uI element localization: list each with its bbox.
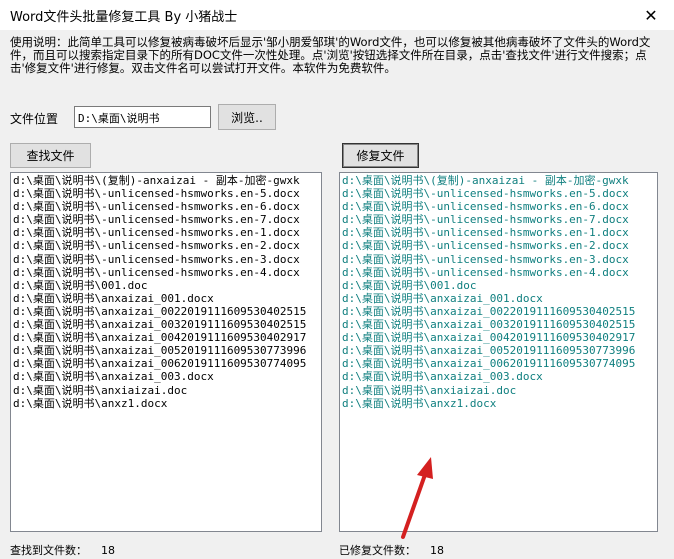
list-item[interactable]: d:\桌面\说明书\anxz1.docx: [13, 397, 319, 410]
list-item[interactable]: d:\桌面\说明书\anxaizai_001.docx: [13, 292, 319, 305]
instructions-text: 使用说明：此简单工具可以修复被病毒破坏后显示'邹小朋爱邹琪'的Word文件，也可…: [10, 35, 651, 75]
list-item[interactable]: d:\桌面\说明书\-unlicensed-hsmworks.en-2.docx: [13, 239, 319, 252]
file-location-input[interactable]: D:\桌面\说明书: [74, 106, 211, 128]
list-item[interactable]: d:\桌面\说明书\anxaizai_006201911160953077409…: [13, 357, 319, 370]
repaired-count-label: 已修复文件数：: [339, 544, 416, 557]
list-item[interactable]: d:\桌面\说明书\001.doc: [342, 279, 655, 292]
list-item[interactable]: d:\桌面\说明书\001.doc: [13, 279, 319, 292]
list-item[interactable]: d:\桌面\说明书\anxaizai_003201911160953040251…: [342, 318, 655, 331]
arrow-head: [417, 457, 433, 479]
found-count-value: 18: [101, 544, 115, 557]
list-item[interactable]: d:\桌面\说明书\-unlicensed-hsmworks.en-6.docx: [13, 200, 319, 213]
list-item[interactable]: d:\桌面\说明书\anxaizai_002201911160953040251…: [13, 305, 319, 318]
list-item[interactable]: d:\桌面\说明书\-unlicensed-hsmworks.en-4.docx: [342, 266, 655, 279]
list-item[interactable]: d:\桌面\说明书\anxaizai_004201911160953040291…: [13, 331, 319, 344]
list-item[interactable]: d:\桌面\说明书\-unlicensed-hsmworks.en-7.docx: [13, 213, 319, 226]
list-item[interactable]: d:\桌面\说明书\anxiaizai.doc: [342, 384, 655, 397]
repaired-files-list[interactable]: d:\桌面\说明书\(复制)-anxaizai - 副本-加密-gwxk d:\桌…: [339, 172, 658, 532]
list-item[interactable]: d:\桌面\说明书\anxaizai_006201911160953077409…: [342, 357, 655, 370]
list-item[interactable]: d:\桌面\说明书\anxaizai_003201911160953040251…: [13, 318, 319, 331]
arrow-icon: [401, 457, 433, 539]
list-item[interactable]: d:\桌面\说明书\-unlicensed-hsmworks.en-4.docx: [13, 266, 319, 279]
close-button[interactable]: ✕: [628, 0, 674, 30]
list-item[interactable]: d:\桌面\说明书\anxaizai_003.docx: [13, 370, 319, 383]
list-item[interactable]: d:\桌面\说明书\-unlicensed-hsmworks.en-1.docx: [13, 226, 319, 239]
repaired-count-value: 18: [430, 544, 444, 557]
list-item[interactable]: d:\桌面\说明书\anxiaizai.doc: [13, 384, 319, 397]
arrow-shaft: [401, 467, 429, 539]
found-count-label: 查找到文件数：: [10, 544, 87, 557]
close-icon: ✕: [644, 5, 658, 25]
file-location-label: 文件位置: [10, 112, 59, 126]
list-item[interactable]: d:\桌面\说明书\anxaizai_005201911160953077399…: [342, 344, 655, 357]
list-item[interactable]: d:\桌面\说明书\(复制)-anxaizai - 副本-加密-gwxk: [342, 174, 655, 187]
list-item[interactable]: d:\桌面\说明书\-unlicensed-hsmworks.en-5.docx: [13, 187, 319, 200]
list-item[interactable]: d:\桌面\说明书\-unlicensed-hsmworks.en-1.docx: [342, 226, 655, 239]
list-item[interactable]: d:\桌面\说明书\(复制)-anxaizai - 副本-加密-gwxk: [13, 174, 319, 187]
list-item[interactable]: d:\桌面\说明书\anxaizai_002201911160953040251…: [342, 305, 655, 318]
found-count-status: 查找到文件数： 18: [10, 542, 115, 558]
title-bar: Word文件头批量修复工具 By 小猪战士 ✕: [0, 0, 674, 30]
list-item[interactable]: d:\桌面\说明书\anxaizai_003.docx: [342, 370, 655, 383]
found-files-list[interactable]: d:\桌面\说明书\(复制)-anxaizai - 副本-加密-gwxk d:\桌…: [10, 172, 322, 532]
list-item[interactable]: d:\桌面\说明书\-unlicensed-hsmworks.en-3.docx: [13, 253, 319, 266]
list-item[interactable]: d:\桌面\说明书\anxaizai_004201911160953040291…: [342, 331, 655, 344]
find-files-button[interactable]: 查找文件: [10, 143, 91, 168]
repair-files-button[interactable]: 修复文件: [342, 143, 419, 168]
list-item[interactable]: d:\桌面\说明书\anxz1.docx: [342, 397, 655, 410]
list-item[interactable]: d:\桌面\说明书\-unlicensed-hsmworks.en-7.docx: [342, 213, 655, 226]
window-title: Word文件头批量修复工具 By 小猪战士: [10, 10, 238, 25]
list-item[interactable]: d:\桌面\说明书\-unlicensed-hsmworks.en-3.docx: [342, 253, 655, 266]
repaired-count-status: 已修复文件数： 18: [339, 542, 444, 558]
list-item[interactable]: d:\桌面\说明书\anxaizai_001.docx: [342, 292, 655, 305]
list-item[interactable]: d:\桌面\说明书\-unlicensed-hsmworks.en-2.docx: [342, 239, 655, 252]
list-item[interactable]: d:\桌面\说明书\-unlicensed-hsmworks.en-5.docx: [342, 187, 655, 200]
list-item[interactable]: d:\桌面\说明书\-unlicensed-hsmworks.en-6.docx: [342, 200, 655, 213]
browse-button[interactable]: 浏览..: [218, 104, 276, 130]
list-item[interactable]: d:\桌面\说明书\anxaizai_005201911160953077399…: [13, 344, 319, 357]
